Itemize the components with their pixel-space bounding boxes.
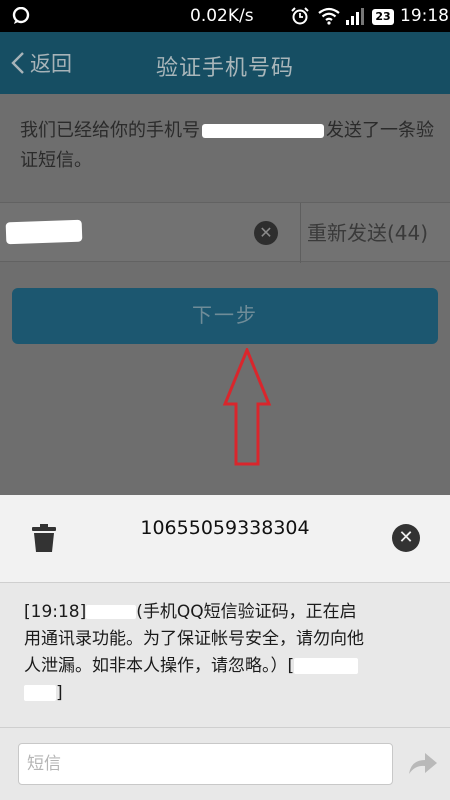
sms-panel: 10655059338304 ✕ [19:18] (手机QQ短信验证码，正在启 用… bbox=[0, 495, 450, 800]
next-step-button[interactable]: 下一步 bbox=[12, 288, 438, 344]
info-prefix: 我们已经给你的手机号 bbox=[20, 120, 200, 141]
redacted-phone-number bbox=[202, 124, 324, 138]
code-input-row: ✕ 重新发送(44) bbox=[0, 202, 450, 263]
verification-info: 我们已经给你的手机号 发送了一条验证短信。 bbox=[20, 116, 435, 176]
signal-icon bbox=[346, 8, 364, 25]
sms-sender: 10655059338304 bbox=[140, 517, 310, 539]
network-speed: 0.02K/s bbox=[190, 6, 254, 26]
sms-compose-input[interactable]: 短信 bbox=[18, 743, 393, 785]
page-title: 验证手机号码 bbox=[155, 56, 294, 81]
sms-close-bracket: ] bbox=[56, 683, 63, 703]
alarm-icon bbox=[291, 7, 309, 25]
sms-line-3: 人泄漏。如非本人操作，请忽略。）[ bbox=[24, 656, 295, 676]
redacted-code-tail bbox=[24, 685, 56, 701]
resend-button[interactable]: 重新发送(44) bbox=[300, 203, 450, 263]
sms-line-2: 用通讯录功能。为了保证帐号安全，请勿向他 bbox=[24, 629, 364, 649]
clock: 19:18 bbox=[400, 6, 449, 26]
divider bbox=[0, 727, 450, 728]
status-bar: 0.02K/s 23 19:18 bbox=[0, 0, 450, 32]
redacted-code bbox=[294, 658, 359, 674]
verification-code-input[interactable] bbox=[5, 219, 83, 245]
sms-message: [19:18] (手机QQ短信验证码，正在启 用通讯录功能。为了保证帐号安全，请勿… bbox=[24, 599, 434, 707]
redacted-text bbox=[86, 605, 137, 619]
battery-icon: 23 bbox=[372, 9, 394, 25]
title-bar: 返回 验证手机号码 bbox=[0, 32, 450, 94]
clear-input-icon[interactable]: ✕ bbox=[254, 221, 278, 245]
wifi-icon bbox=[318, 7, 340, 25]
close-icon[interactable]: ✕ bbox=[392, 524, 420, 552]
sms-time: [19:18] bbox=[24, 602, 87, 622]
message-bubble-icon bbox=[12, 7, 30, 24]
sms-line-1: (手机QQ短信验证码，正在启 bbox=[136, 602, 357, 622]
annotation-arrow-icon bbox=[222, 348, 272, 466]
send-arrow-icon[interactable] bbox=[405, 750, 439, 776]
sms-header: 10655059338304 ✕ bbox=[0, 495, 450, 583]
